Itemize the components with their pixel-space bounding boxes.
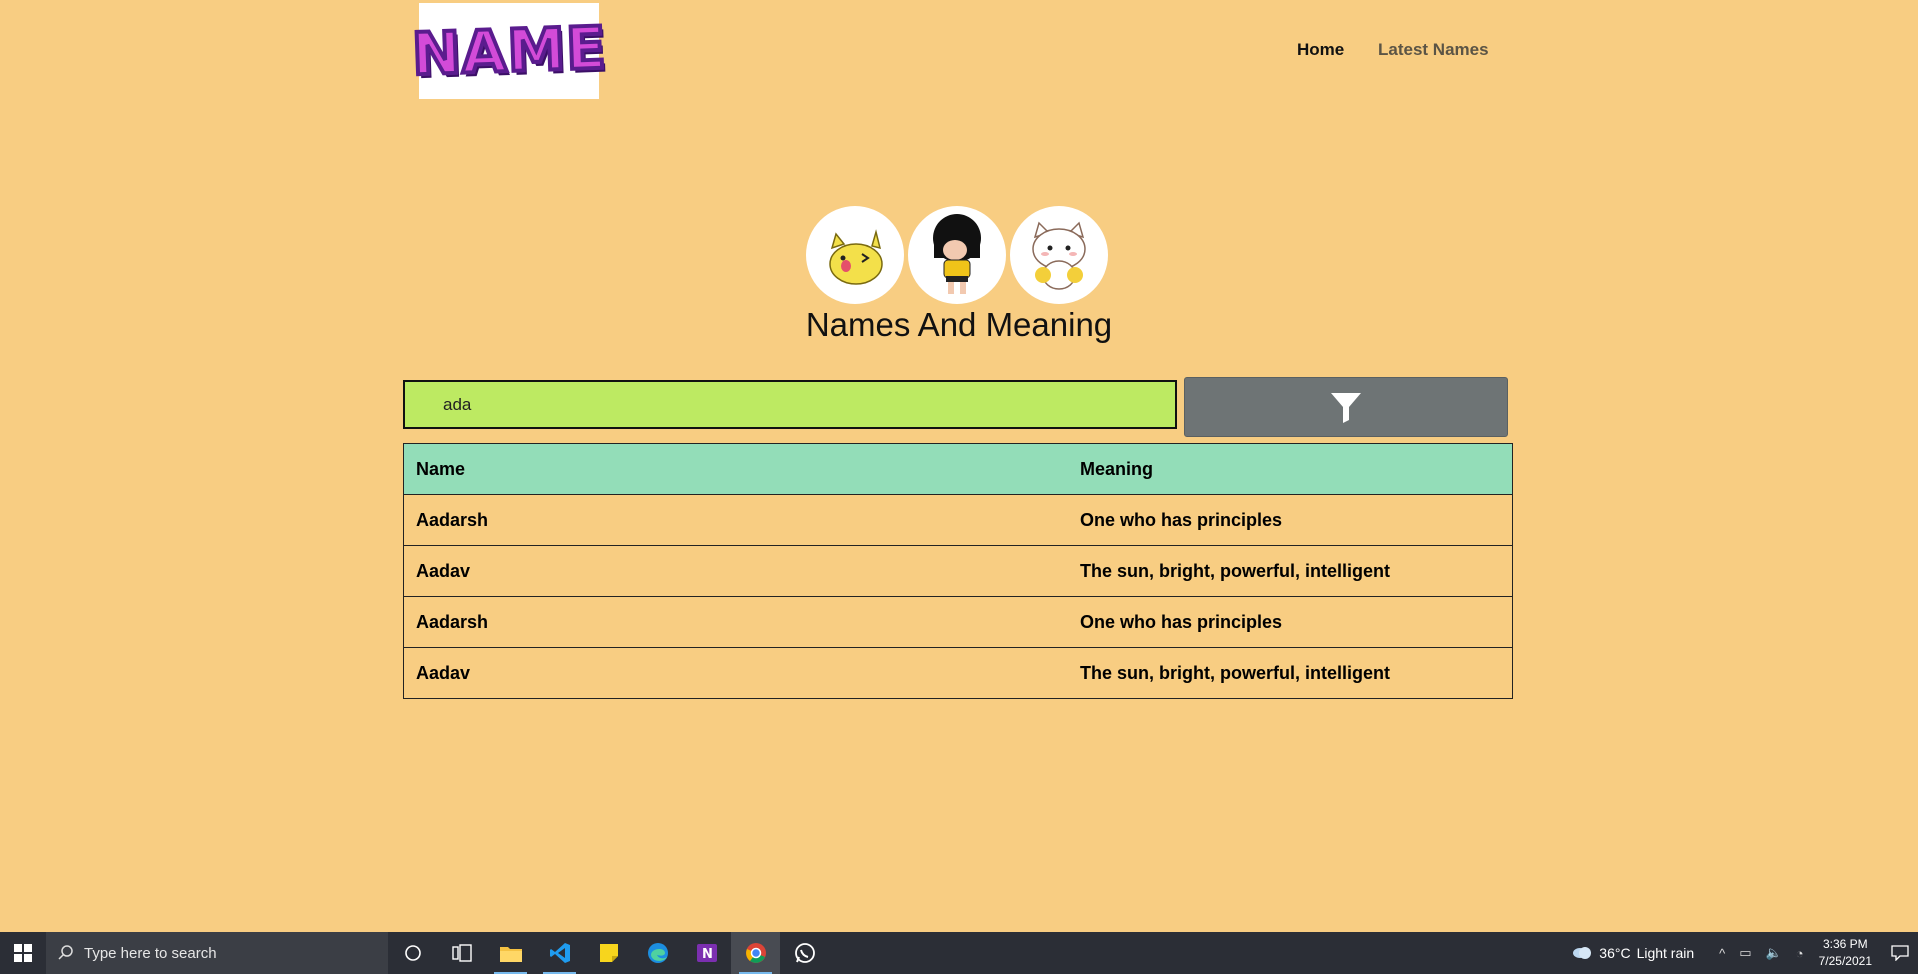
names-table: Name Meaning Aadarsh One who has princip…	[403, 443, 1513, 699]
weather-condition: Light rain	[1636, 945, 1695, 961]
taskbar-onenote[interactable]: N	[682, 932, 731, 974]
search-icon	[58, 945, 73, 960]
cortana-icon	[404, 945, 421, 961]
weather-widget[interactable]: 36°C Light rain	[1571, 945, 1694, 961]
search-input[interactable]	[403, 380, 1177, 429]
windows-taskbar: Type here to search N 36°C Light rain ^ …	[0, 932, 1918, 974]
onenote-icon: N	[696, 944, 717, 962]
meaning-cell: One who has principles	[1068, 494, 1513, 546]
white-cat-avatar	[1010, 206, 1108, 304]
page-title: Names And Meaning	[805, 306, 1113, 343]
weather-temperature: 36°C	[1599, 945, 1631, 961]
wifi-icon[interactable]: ◔	[1796, 946, 1804, 961]
svg-text:N: N	[702, 947, 713, 962]
notification-icon	[1891, 945, 1909, 961]
taskbar-file-explorer[interactable]	[486, 932, 535, 974]
column-header-name: Name	[403, 443, 1068, 495]
cloud-rain-icon	[1573, 947, 1592, 959]
taskbar-whatsapp[interactable]	[780, 932, 829, 974]
sticky-notes-icon	[599, 944, 618, 962]
table-row: Aadarsh One who has principles	[403, 494, 1513, 546]
taskbar-sticky-notes[interactable]	[584, 932, 633, 974]
logo-text: NAME	[408, 12, 609, 91]
clock-date: 7/25/2021	[1818, 954, 1872, 968]
name-cell: Aadarsh	[403, 596, 1068, 648]
white-cat-icon	[1032, 221, 1086, 290]
nav-home-link[interactable]: Home	[1297, 40, 1344, 60]
vscode-icon	[549, 943, 570, 963]
chevron-up-icon[interactable]: ^	[1719, 946, 1725, 961]
meaning-cell: One who has principles	[1068, 596, 1513, 648]
start-button[interactable]	[0, 932, 46, 974]
girl-icon	[933, 214, 981, 294]
avatar-row	[806, 206, 1108, 304]
table-row: Aadav The sun, bright, powerful, intelli…	[403, 545, 1513, 597]
column-header-meaning: Meaning	[1068, 443, 1513, 495]
taskbar-edge[interactable]	[633, 932, 682, 974]
taskbar-chrome[interactable]	[731, 932, 780, 974]
system-tray: 36°C Light rain ^ ▭ 🔈 ◔ 3:36 PM 7/25/202…	[1571, 932, 1918, 974]
windows-logo-icon	[14, 944, 32, 962]
volume-icon[interactable]: 🔈	[1766, 945, 1782, 961]
name-cell: Aadav	[403, 647, 1068, 699]
meaning-cell: The sun, bright, powerful, intelligent	[1068, 545, 1513, 597]
task-view-button[interactable]	[437, 932, 486, 974]
girl-avatar	[908, 206, 1006, 304]
battery-icon[interactable]: ▭	[1739, 945, 1751, 961]
clock-time: 3:36 PM	[1822, 937, 1868, 951]
taskbar-vscode[interactable]	[535, 932, 584, 974]
table-row: Aadarsh One who has principles	[403, 596, 1513, 648]
nav-latest-names-link[interactable]: Latest Names	[1378, 40, 1489, 60]
meaning-cell: The sun, bright, powerful, intelligent	[1068, 647, 1513, 699]
yellow-cat-icon	[829, 229, 883, 285]
chrome-icon	[745, 943, 766, 963]
whatsapp-icon	[794, 943, 815, 963]
task-view-icon	[451, 944, 472, 962]
notification-center-button[interactable]	[1882, 945, 1918, 961]
site-logo[interactable]: NAME	[408, 3, 610, 99]
taskbar-clock[interactable]: 3:36 PM 7/25/2021	[1819, 936, 1872, 970]
name-cell: Aadarsh	[403, 494, 1068, 546]
yellow-cat-avatar	[806, 206, 904, 304]
taskbar-search-box[interactable]: Type here to search	[46, 932, 388, 974]
edge-icon	[647, 943, 668, 963]
cortana-button[interactable]	[388, 932, 437, 974]
filter-button[interactable]	[1184, 377, 1508, 437]
name-cell: Aadav	[403, 545, 1068, 597]
filter-icon	[1331, 393, 1361, 423]
table-header-row: Name Meaning	[403, 443, 1513, 495]
table-row: Aadav The sun, bright, powerful, intelli…	[403, 647, 1513, 699]
folder-icon	[499, 947, 522, 962]
taskbar-search-placeholder: Type here to search	[84, 944, 217, 962]
